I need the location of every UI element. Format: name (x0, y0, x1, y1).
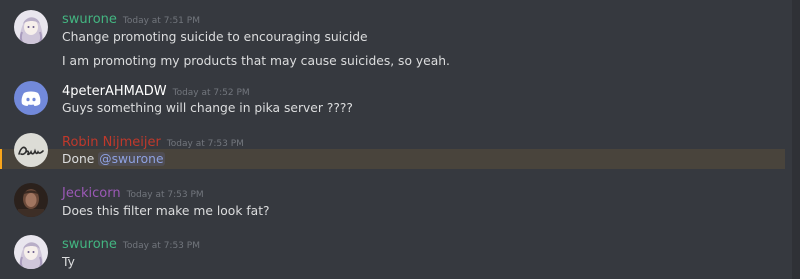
timestamp: Today at 7:51 PM (122, 16, 200, 26)
message-text: Ty (62, 255, 75, 269)
message-header: 4peterAHMADW Today at 7:52 PM (62, 80, 250, 99)
avatar[interactable] (14, 235, 48, 269)
username[interactable]: swurone (62, 237, 117, 252)
message-text: Does this filter make me look fat? (62, 204, 270, 218)
timestamp: Today at 7:53 PM (166, 139, 244, 149)
message-text: Guys something will change in pika serve… (62, 101, 353, 115)
avatar[interactable] (14, 183, 48, 217)
message-header: Jeckicorn Today at 7:53 PM (62, 182, 204, 201)
message-header: Robin Nijmeijer Today at 7:53 PM (62, 131, 244, 150)
avatar[interactable] (14, 133, 48, 167)
scrollbar-track[interactable] (792, 0, 800, 279)
message-header: swurone Today at 7:51 PM (62, 8, 200, 27)
message-text-content: Done (62, 152, 95, 166)
message-text: Done @swurone (62, 150, 165, 168)
timestamp: Today at 7:52 PM (172, 88, 250, 98)
message-text: Change promoting suicide to encouraging … (62, 30, 368, 44)
username[interactable]: Jeckicorn (62, 186, 121, 201)
anime-girl-avatar-icon (14, 10, 48, 44)
username[interactable]: swurone (62, 12, 117, 27)
username[interactable]: Robin Nijmeijer (62, 135, 161, 150)
robin-signature-avatar-icon (14, 133, 48, 167)
avatar[interactable] (14, 81, 48, 115)
anime-girl-avatar-icon (14, 235, 48, 269)
message-text: I am promoting my products that may caus… (62, 54, 450, 68)
avatar[interactable] (14, 10, 48, 44)
username[interactable]: 4peterAHMADW (62, 84, 167, 99)
user-mention[interactable]: @swurone (98, 152, 165, 166)
message-header: swurone Today at 7:53 PM (62, 233, 200, 252)
dark-photo-avatar-icon (14, 183, 48, 217)
discord-logo-icon (14, 81, 48, 115)
timestamp: Today at 7:53 PM (126, 190, 204, 200)
timestamp: Today at 7:53 PM (122, 241, 200, 251)
